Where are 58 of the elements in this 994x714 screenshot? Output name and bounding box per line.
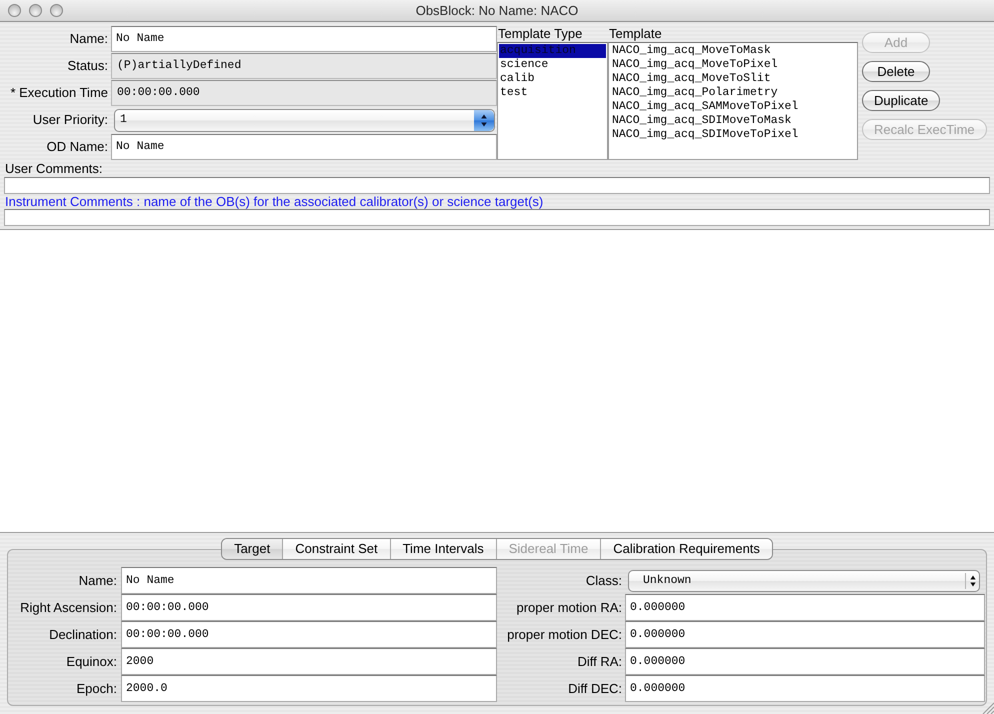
text-field[interactable]: 0.000000: [625, 675, 985, 702]
field-label: User Priority:: [32, 111, 109, 130]
field-label: Instrument Comments : name of the OB(s) for the associated calibrator(s) or science target(s): [4, 194, 544, 209]
column-heading: Template Type: [497, 26, 584, 42]
text-field[interactable]: 2000: [121, 648, 497, 675]
dropdown[interactable]: 1: [114, 108, 495, 132]
text-field[interactable]: No Name: [111, 26, 497, 52]
field-label: Diff RA:: [576, 652, 623, 671]
field-label: Class:: [584, 572, 623, 590]
field-label: proper motion RA:: [516, 598, 623, 617]
text-field[interactable]: 2000.0: [121, 675, 497, 702]
tab[interactable]: Time Intervals: [390, 539, 496, 559]
duplicate-button[interactable]: Duplicate: [862, 90, 940, 111]
field-label: Name:: [68, 30, 109, 48]
field-label: OD Name:: [46, 138, 109, 156]
tab[interactable]: Calibration Requirements: [600, 539, 772, 559]
list-item[interactable]: NACO_img_acq_SDIMoveToMask: [611, 114, 855, 128]
list-item[interactable]: NACO_img_acq_MoveToMask: [611, 44, 855, 58]
list-item[interactable]: NACO_img_acq_MoveToSlit: [611, 72, 855, 86]
list-item[interactable]: calib: [499, 72, 606, 86]
list-item[interactable]: NACO_img_acq_SAMMoveToPixel: [611, 100, 855, 114]
minimize-icon[interactable]: [29, 4, 42, 17]
field-label: Equinox:: [65, 652, 118, 671]
tab[interactable]: Target: [222, 539, 282, 559]
field-label: Name:: [78, 572, 118, 590]
list-item[interactable]: test: [499, 86, 606, 100]
column-heading: Template: [608, 26, 663, 42]
delete-button[interactable]: Delete: [862, 61, 930, 82]
list-item[interactable]: NACO_img_acq_Polarimetry: [611, 86, 855, 100]
text-field[interactable]: No Name: [121, 567, 497, 594]
text-field[interactable]: 00:00:00.000: [121, 621, 497, 648]
list-item[interactable]: NACO_img_acq_MoveToPixel: [611, 58, 855, 72]
field-label: Status:: [66, 57, 109, 76]
list-item[interactable]: NACO_img_acq_SDIMoveToPixel: [611, 128, 855, 142]
stepper-arrows-icon: [474, 110, 494, 130]
readonly-field: (P)artiallyDefined: [111, 53, 497, 79]
text-field[interactable]: 0.000000: [625, 648, 985, 675]
field-label: * Execution Time: [9, 84, 109, 102]
close-icon[interactable]: [8, 4, 21, 17]
field-label: Right Ascension:: [19, 598, 118, 617]
tab[interactable]: Constraint Set: [282, 539, 390, 559]
comments-field[interactable]: [4, 177, 990, 194]
list-item[interactable]: science: [499, 58, 606, 72]
comments-field[interactable]: [4, 209, 990, 226]
text-field[interactable]: 0.000000: [625, 594, 985, 621]
dropdown[interactable]: Unknown: [628, 570, 980, 592]
field-label: Declination:: [48, 626, 118, 644]
window-title: ObsBlock: No Name: NACO: [416, 2, 578, 20]
resize-grip-icon[interactable]: [981, 701, 994, 714]
text-field[interactable]: No Name: [111, 134, 497, 160]
field-label: Epoch:: [76, 680, 118, 698]
field-label: Diff DEC:: [567, 680, 623, 698]
zoom-icon[interactable]: [50, 4, 63, 17]
text-field[interactable]: 0.000000: [625, 621, 985, 648]
readonly-field: 00:00:00.000: [111, 80, 497, 106]
field-label: User Comments:: [4, 161, 103, 177]
field-label: proper motion DEC:: [506, 626, 623, 644]
text-field[interactable]: 00:00:00.000: [121, 594, 497, 621]
